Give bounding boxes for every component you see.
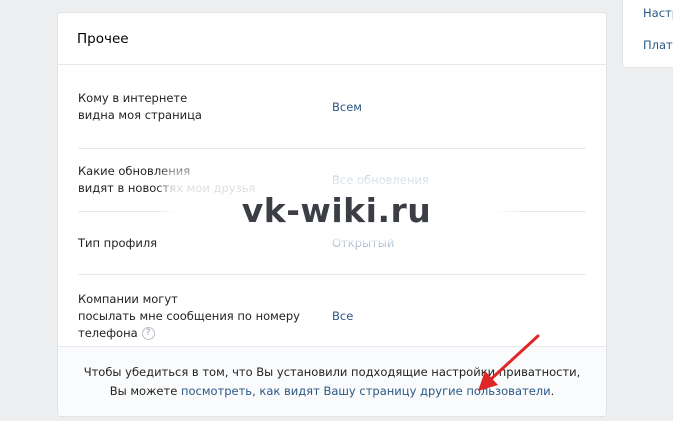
setting-label-text: Компании могут посылать мне сообщения по…: [78, 291, 300, 340]
footer-line-1: Чтобы убедиться в том, что Вы установили…: [83, 364, 581, 379]
setting-row-news-updates: Какие обновления видят в новостях мои др…: [78, 149, 586, 212]
card-footer: Чтобы убедиться в том, что Вы установили…: [58, 346, 606, 416]
setting-label: Тип профиля: [78, 235, 158, 250]
setting-row-profile-type: Тип профиля Открытый: [78, 212, 586, 275]
footer-prefix: Вы можете: [109, 383, 181, 398]
view-as-others-link[interactable]: посмотреть, как видят Вашу страницу друг…: [181, 384, 551, 398]
side-menu: Настр Плате: [622, 0, 673, 68]
setting-value-page-visibility[interactable]: Всем: [332, 100, 362, 114]
setting-row-company-messages: Компании могут посылать мне сообщения по…: [78, 275, 586, 357]
setting-value-news-updates[interactable]: Все обновления: [332, 173, 429, 187]
setting-value-company-messages[interactable]: Все: [332, 309, 353, 323]
side-menu-item-payments[interactable]: Плате: [643, 29, 673, 61]
card-header: Прочее: [58, 13, 606, 65]
setting-label: Компании могут посылать мне сообщения по…: [78, 291, 332, 342]
side-menu-item-settings[interactable]: Настр: [643, 0, 673, 29]
settings-rows: Кому в интернете видна моя страница Всем…: [58, 65, 606, 357]
setting-value-profile-type[interactable]: Открытый: [332, 236, 394, 250]
setting-label: Кому в интернете видна моя страница: [78, 90, 202, 122]
setting-label: Какие обновления видят в новостях мои др…: [78, 164, 256, 195]
question-circle-icon[interactable]: ?: [141, 326, 155, 340]
privacy-other-card: Прочее Кому в интернете видна моя страни…: [57, 12, 607, 417]
card-title: Прочее: [77, 30, 129, 47]
footer-line-2: Вы можете посмотреть, как видят Вашу стр…: [110, 382, 555, 401]
setting-row-page-visibility: Кому в интернете видна моя страница Всем: [78, 65, 586, 149]
footer-suffix: .: [550, 383, 555, 398]
